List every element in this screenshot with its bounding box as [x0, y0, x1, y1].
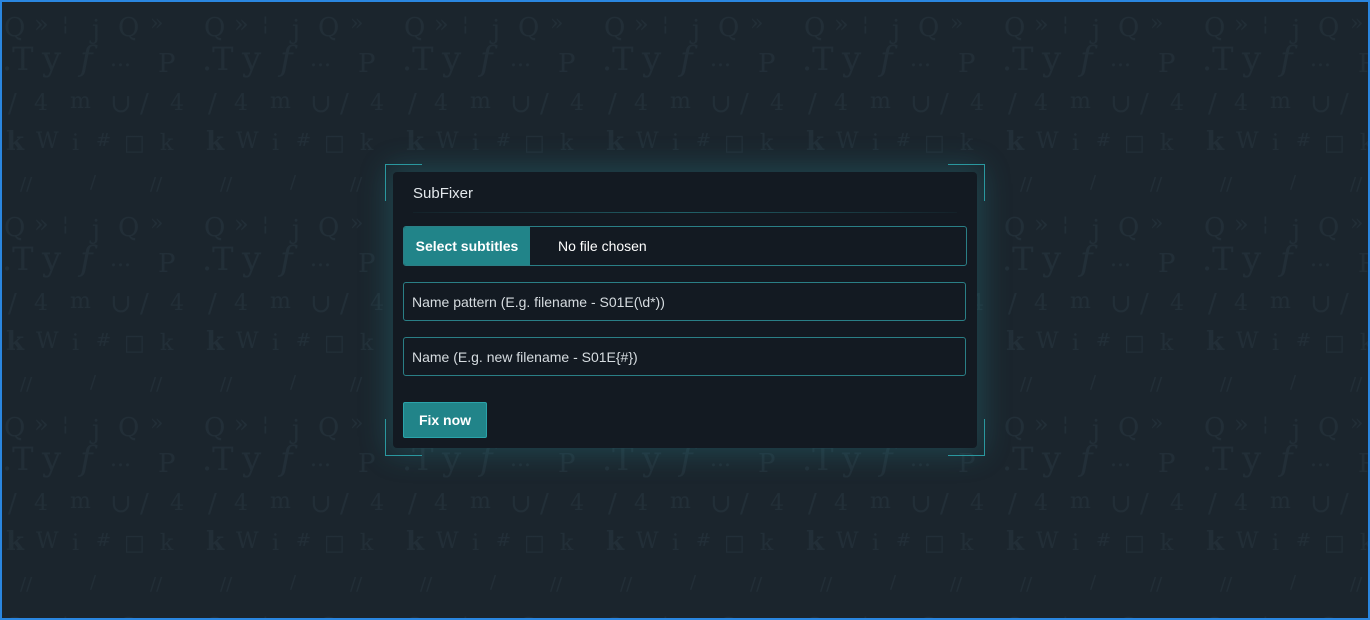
new-name-input[interactable]	[403, 337, 966, 376]
app-title: SubFixer	[413, 185, 474, 202]
app-panel-frame: SubFixer Select subtitles No file chosen…	[385, 164, 985, 456]
name-pattern-input[interactable]	[403, 282, 966, 321]
file-status-text: No file chosen	[558, 238, 647, 254]
app-panel: SubFixer Select subtitles No file chosen…	[393, 172, 977, 448]
title-divider	[413, 212, 957, 213]
select-subtitles-button[interactable]: Select subtitles	[404, 227, 530, 265]
fix-now-button[interactable]: Fix now	[403, 402, 487, 438]
subtitle-file-input[interactable]: Select subtitles No file chosen	[403, 226, 967, 266]
